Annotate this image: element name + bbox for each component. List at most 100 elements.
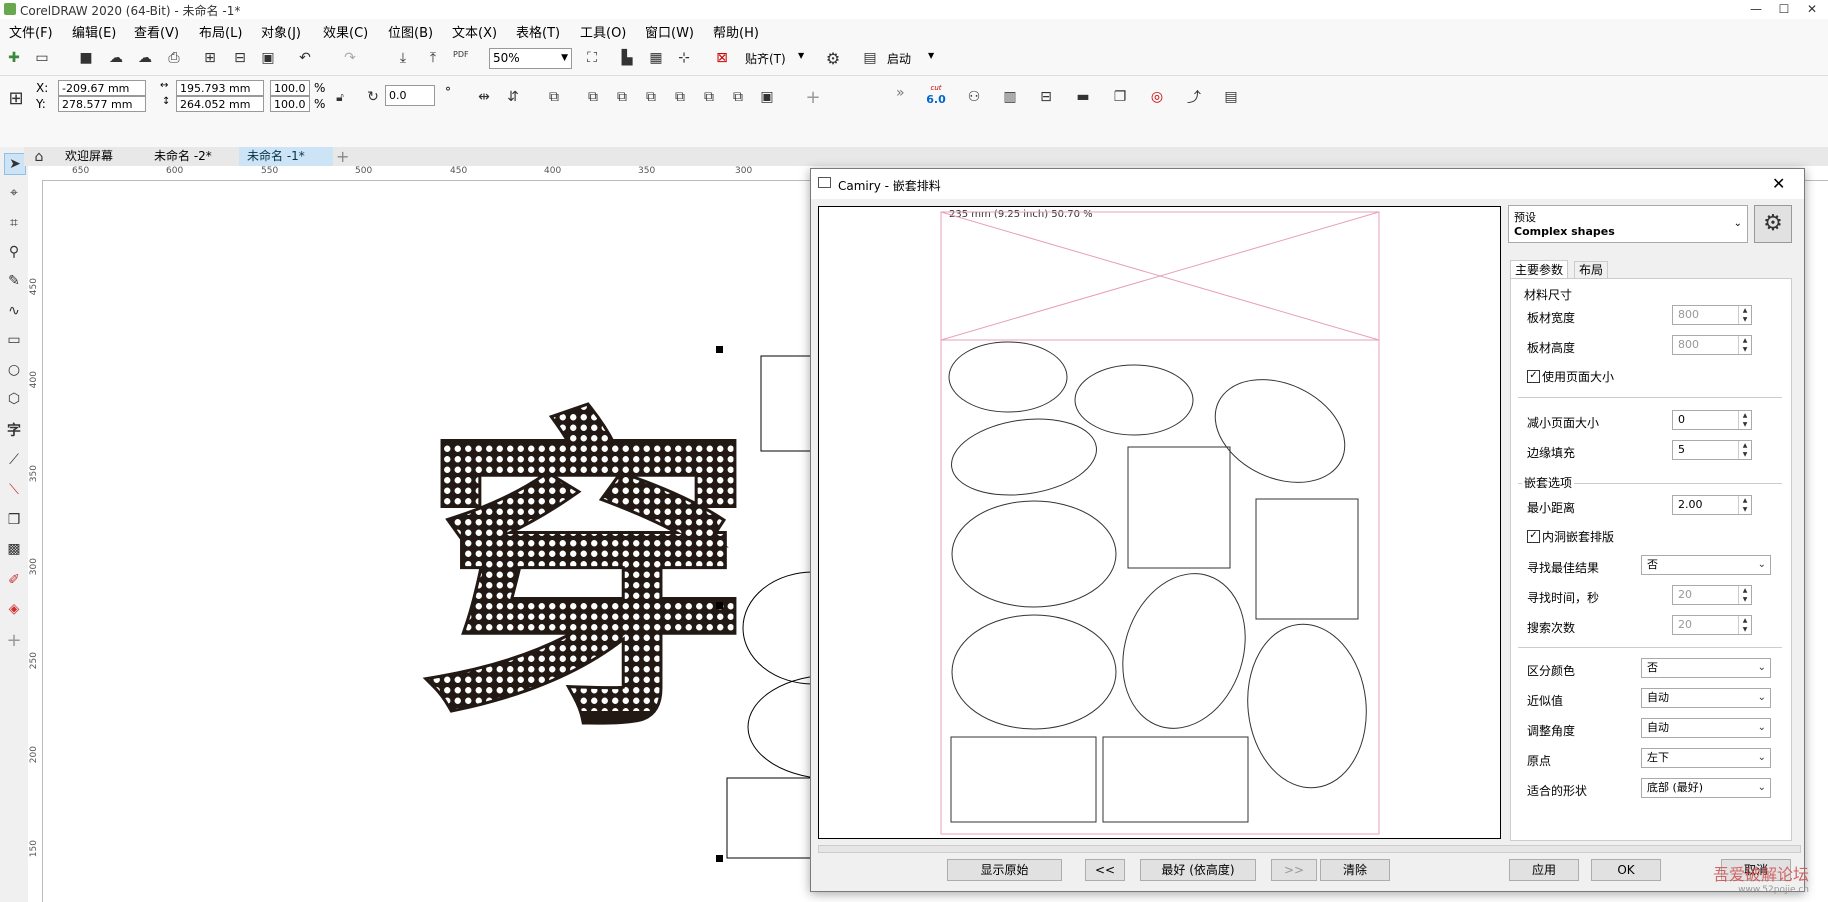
x-position-input[interactable]: -209.67 mm (58, 80, 146, 96)
plugin-layers-icon[interactable]: ❐ (1110, 87, 1130, 107)
menu-tools[interactable]: 工具(O) (580, 22, 626, 41)
mirror-vertical-icon[interactable]: ⇵ (503, 87, 523, 107)
launch-menu[interactable]: 启动 (887, 50, 911, 67)
close-window-icon[interactable]: ✕ (1800, 0, 1824, 19)
approx-select[interactable]: 自动 ⌄ (1641, 688, 1771, 708)
spinner-icon[interactable]: ▲ ▼ (1738, 616, 1751, 634)
rectangle-tool-icon[interactable]: ▭ (4, 330, 24, 350)
add-icon[interactable]: + (803, 87, 823, 108)
sheet-width-input[interactable]: 800 ▲ ▼ (1672, 305, 1752, 325)
menu-text[interactable]: 文本(X) (452, 22, 497, 41)
weld-icon[interactable]: ⧉ (583, 87, 603, 107)
parallel-dimension-icon[interactable]: ⟋ (4, 450, 24, 470)
gear-icon[interactable]: ⚙ (823, 48, 843, 68)
connector-tool-icon[interactable]: ⟍ (4, 480, 24, 500)
front-minus-back-icon[interactable]: ⧉ (699, 87, 719, 107)
plugin-target-icon[interactable]: ◎ (1147, 87, 1167, 107)
search-count-input[interactable]: 20 ▲ ▼ (1672, 615, 1752, 635)
menu-file[interactable]: 文件(F) (9, 22, 53, 41)
shape-tool-icon[interactable]: ⌖ (4, 183, 24, 203)
maximize-icon[interactable]: ☐ (1772, 0, 1796, 19)
menu-table[interactable]: 表格(T) (516, 22, 560, 41)
tab-welcome[interactable]: 欢迎屏幕 (57, 147, 121, 166)
spinner-icon[interactable]: ▲ ▼ (1738, 441, 1751, 459)
vertical-ruler[interactable]: 450 400 350 300 250 200 150 (28, 180, 43, 902)
simplify-icon[interactable]: ⧉ (670, 87, 690, 107)
pick-tool-icon[interactable]: ➤ (4, 153, 26, 175)
artistic-media-icon[interactable]: ∿ (4, 301, 24, 321)
y-position-input[interactable]: 278.577 mm (58, 96, 146, 112)
spinner-icon[interactable]: ▲ ▼ (1738, 336, 1751, 354)
tab-untitled-1[interactable]: 未命名 -1* (239, 147, 333, 166)
chevron-down-icon[interactable]: ▼ (798, 51, 804, 60)
plugin-path-icon[interactable]: ⤴ (1184, 87, 1204, 107)
open-folder-icon[interactable]: ▭ (32, 48, 52, 68)
zoom-tool-icon[interactable]: ⚲ (4, 242, 24, 262)
trim-icon[interactable]: ⧉ (612, 87, 632, 107)
snap-off-icon[interactable]: ⊠ (712, 48, 732, 68)
menu-window[interactable]: 窗口(W) (645, 22, 694, 41)
best-by-height-button[interactable]: 最好 (依高度) (1140, 859, 1256, 881)
scale-x-input[interactable]: 100.0 (270, 80, 310, 96)
ellipse-tool-icon[interactable]: ○ (4, 360, 24, 380)
home-icon[interactable]: ⌂ (29, 147, 49, 166)
snap-to-menu[interactable]: 贴齐(T) (745, 50, 786, 67)
tab-main-params[interactable]: 主要参数 (1510, 260, 1569, 279)
overflow-chevron-icon[interactable]: » (896, 85, 905, 101)
tab-untitled-2[interactable]: 未命名 -2* (146, 147, 220, 166)
spinner-icon[interactable]: ▲ ▼ (1738, 411, 1751, 429)
rectangle-shape[interactable] (726, 777, 818, 859)
drop-shadow-icon[interactable]: ❒ (4, 510, 24, 530)
adjust-angle-select[interactable]: 自动 ⌄ (1641, 718, 1771, 738)
pdf-export-icon[interactable]: PDF (453, 50, 469, 59)
copy-icon[interactable]: ▣ (258, 48, 278, 68)
settings-gear-icon[interactable]: ⚙ (1754, 205, 1792, 243)
scale-y-input[interactable]: 100.0 (270, 96, 310, 112)
freehand-tool-icon[interactable]: ✎ (4, 271, 24, 291)
menu-layout[interactable]: 布局(L) (199, 22, 242, 41)
previous-result-button[interactable]: << (1085, 859, 1125, 881)
eyedropper-icon[interactable]: ✐ (4, 570, 24, 590)
save-icon[interactable]: ■ (76, 48, 96, 68)
tab-layout[interactable]: 布局 (1574, 261, 1609, 279)
spinner-icon[interactable]: ▲ ▼ (1738, 496, 1751, 514)
rectangle-shape[interactable] (760, 355, 812, 452)
hole-nesting-checkbox[interactable]: ✓ (1527, 530, 1540, 543)
sheet-height-input[interactable]: 800 ▲ ▼ (1672, 335, 1752, 355)
rulers-icon[interactable]: ▙ (617, 48, 637, 68)
grid-icon[interactable]: ▦ (646, 48, 666, 68)
cloud-upload-icon[interactable]: ☁ (135, 48, 155, 68)
distinguish-color-select[interactable]: 否 ⌄ (1641, 658, 1771, 678)
launch-icon[interactable]: ▤ (860, 48, 880, 68)
menu-view[interactable]: 查看(V) (134, 22, 179, 41)
cut-plugin-icon[interactable]: cut 6.0 (925, 82, 947, 110)
close-icon[interactable]: ✕ (1772, 174, 1785, 193)
preview-scrollbar[interactable] (818, 845, 1801, 853)
new-tab-icon[interactable]: + (336, 147, 349, 166)
add-tool-icon[interactable]: + (4, 630, 24, 651)
use-page-size-checkbox[interactable]: ✓ (1527, 370, 1540, 383)
import-file-icon[interactable]: ⤓ (393, 48, 413, 68)
cloud-download-icon[interactable]: ☁ (106, 48, 126, 68)
menu-effects[interactable]: 效果(C) (323, 22, 368, 41)
width-input[interactable]: 195.793 mm (176, 80, 264, 96)
menu-object[interactable]: 对象(J) (261, 22, 301, 41)
interactive-fill-icon[interactable]: ◈ (4, 599, 24, 619)
text-tool-icon[interactable]: 字 (4, 420, 24, 440)
guidelines-icon[interactable]: ⊹ (674, 48, 694, 68)
fit-shape-select[interactable]: 底部 (最好) ⌄ (1641, 778, 1771, 798)
undo-icon[interactable]: ↶ (295, 48, 315, 68)
next-result-button[interactable]: >> (1271, 859, 1317, 881)
preset-combo[interactable]: 预设 Complex shapes ⌄ (1508, 205, 1748, 243)
rotation-angle-input[interactable]: 0.0 (385, 85, 435, 106)
apply-button[interactable]: 应用 (1509, 859, 1579, 881)
plugin-panel-icon[interactable]: ▤ (1221, 87, 1241, 107)
group-icon[interactable]: ⧉ (544, 87, 564, 107)
min-distance-input[interactable]: 2.00 ▲ ▼ (1672, 495, 1752, 515)
ok-button[interactable]: OK (1591, 859, 1661, 881)
boundary-icon[interactable]: ▣ (757, 87, 777, 107)
origin-select[interactable]: 左下 ⌄ (1641, 748, 1771, 768)
plugin-align-icon[interactable]: ⊟ (1036, 87, 1056, 107)
back-minus-front-icon[interactable]: ⧉ (728, 87, 748, 107)
export-icon[interactable]: ⊟ (230, 48, 250, 68)
